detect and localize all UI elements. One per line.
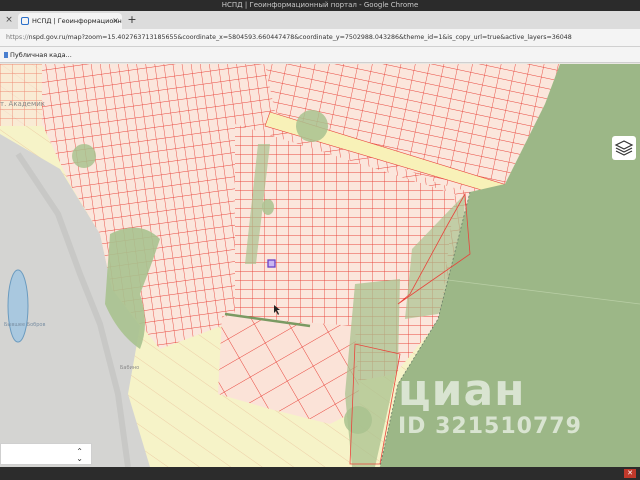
bookmark-icon (4, 52, 8, 58)
layers-button[interactable] (612, 136, 636, 160)
forest-patch-north (296, 110, 328, 142)
layer-selector[interactable]: ⌃ ⌄ (0, 443, 92, 465)
bookmark-item[interactable]: Публичная када... (4, 49, 72, 61)
close-window-button[interactable]: × (2, 13, 16, 27)
layers-icon (614, 140, 634, 156)
lake (7, 269, 29, 343)
url-scheme: https:// (6, 34, 29, 41)
chevron-updown-icon: ⌃ ⌄ (76, 447, 83, 463)
new-tab-button[interactable]: + (126, 14, 138, 26)
tab-strip: × НСПД | Геоинформационн × + (0, 11, 640, 29)
cian-watermark: циан ID 321510779 (398, 368, 582, 440)
place-label-north: т. Академик (0, 100, 45, 108)
taskbar: ✕ (0, 467, 640, 480)
forest-patch-mini (262, 199, 274, 215)
tray-close-icon[interactable]: ✕ (624, 469, 636, 478)
place-label-lake: Бывшее Бобров (4, 322, 45, 328)
watermark-id: ID 321510779 (398, 414, 582, 439)
window-title: НСПД | Геоинформационный портал - Google… (0, 0, 640, 11)
url-field[interactable]: https://nspd.gov.ru/map?zoom=15.40276371… (6, 32, 634, 44)
selected-parcel[interactable] (267, 259, 276, 268)
bookmark-label: Публичная када... (10, 51, 72, 59)
forest-patch-small (72, 144, 96, 168)
place-label-south: Бабино (120, 365, 139, 371)
close-icon[interactable]: × (112, 13, 119, 29)
tab-title: НСПД | Геоинформационн (32, 17, 122, 25)
map-favicon-icon (21, 17, 29, 25)
watermark-brand: циан (398, 365, 526, 416)
url-path: nspd.gov.ru/map?zoom=15.402763713185655&… (28, 34, 572, 41)
tab-nspd[interactable]: НСПД | Геоинформационн × (18, 13, 122, 29)
address-bar[interactable]: https://nspd.gov.ru/map?zoom=15.40276371… (0, 29, 640, 47)
bookmarks-bar: Публичная када... (0, 47, 640, 63)
